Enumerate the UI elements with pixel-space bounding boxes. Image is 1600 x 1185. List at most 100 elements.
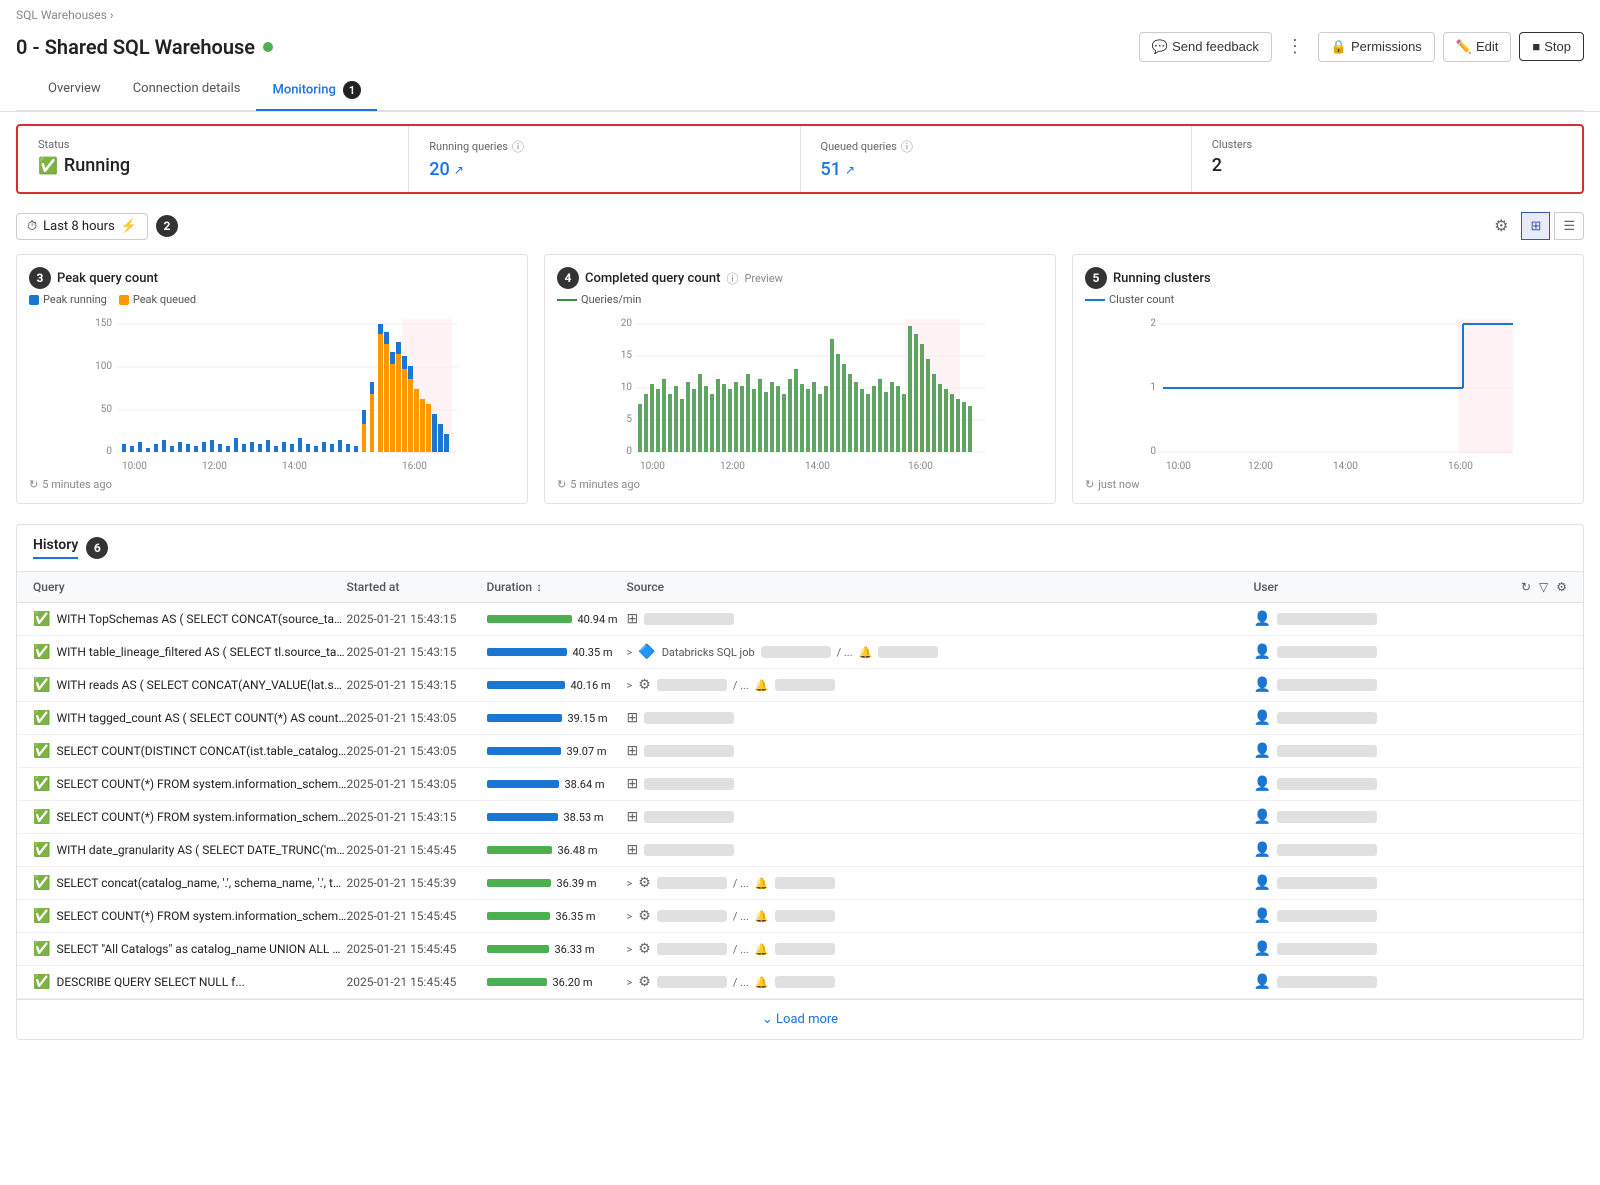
query-text: ✅ WITH reads AS ( SELECT CONCAT(ANY_VALU… <box>33 677 347 693</box>
duration-bar-fill <box>487 879 551 887</box>
table-header: Query Started at Duration ↕ Source User … <box>17 572 1583 603</box>
user-icon: 👤 <box>1254 974 1271 990</box>
queries-min-color <box>557 299 577 301</box>
table-row[interactable]: ✅ SELECT COUNT(*) FROM system.informatio… <box>17 801 1583 834</box>
table-row[interactable]: ✅ SELECT COUNT(DISTINCT CONCAT(ist.table… <box>17 735 1583 768</box>
charts-grid: 3 Peak query count Peak running Peak que… <box>16 254 1584 504</box>
completed-query-info-icon[interactable]: ⓘ <box>726 270 738 287</box>
svg-text:20: 20 <box>621 318 633 329</box>
svg-text:16:00: 16:00 <box>908 461 933 472</box>
source-cell: > 🔷 Databricks SQL job / ...🔔 <box>627 644 1254 660</box>
query-text: ✅ DESCRIBE QUERY SELECT NULL f... <box>33 974 347 990</box>
user-cell: 👤 <box>1254 842 1568 858</box>
refresh-table-icon[interactable]: ↻ <box>1521 580 1531 594</box>
edit-button[interactable]: ✏️ Edit <box>1443 32 1512 62</box>
user-icon: 👤 <box>1254 677 1271 693</box>
svg-text:10: 10 <box>621 382 633 393</box>
success-icon: ✅ <box>33 644 50 660</box>
tab-monitoring[interactable]: Monitoring 1 <box>256 71 377 111</box>
page-title: 0 - Shared SQL Warehouse <box>16 35 273 59</box>
tab-connection[interactable]: Connection details <box>117 71 257 111</box>
load-more-button[interactable]: ⌄ Load more <box>17 999 1583 1039</box>
duration-value: 38.53 m <box>564 811 604 824</box>
table-row[interactable]: ✅ SELECT COUNT(*) FROM system.informatio… <box>17 900 1583 933</box>
chart-view-list-button[interactable]: ☰ <box>1554 212 1584 240</box>
more-options-button[interactable]: ⋮ <box>1280 30 1310 63</box>
running-queries-info-icon[interactable]: ⓘ <box>512 138 524 155</box>
duration-bar-fill <box>487 813 558 821</box>
status-label: Status <box>38 138 388 151</box>
user-cell: 👤 <box>1254 677 1568 693</box>
send-feedback-button[interactable]: 💬 Send feedback <box>1139 32 1272 62</box>
table-row[interactable]: ✅ WITH table_lineage_filtered AS ( SELEC… <box>17 636 1583 669</box>
time-selector[interactable]: ⏱ Last 8 hours ⚡ <box>16 213 148 240</box>
source-cell: ⊞ <box>627 776 1254 792</box>
chart-view-grid-button[interactable]: ⊞ <box>1521 212 1550 240</box>
table-row[interactable]: ✅ SELECT COUNT(*) FROM system.informatio… <box>17 768 1583 801</box>
duration-bar-fill <box>487 681 565 689</box>
user-cell: 👤 <box>1254 809 1568 825</box>
user-cell: 👤 <box>1254 743 1568 759</box>
filter-icon[interactable]: ▽ <box>1539 580 1548 594</box>
user-cell: 👤 <box>1254 644 1568 660</box>
duration-bar: 36.33 m <box>487 943 627 956</box>
table-settings-icon[interactable]: ⚙ <box>1556 580 1567 594</box>
queries-min-legend: Queries/min <box>557 293 641 306</box>
queued-queries-info-icon[interactable]: ⓘ <box>901 138 913 155</box>
cluster-count-color <box>1085 299 1105 301</box>
source-type-icon: ⊞ <box>627 842 639 858</box>
running-queries-value[interactable]: 20 ↗ <box>429 159 779 180</box>
table-row[interactable]: ✅ WITH date_granularity AS ( SELECT DATE… <box>17 834 1583 867</box>
username <box>1277 745 1377 757</box>
source-cell: > ⚙ / ...🔔 <box>627 941 1254 957</box>
duration-column-header[interactable]: Duration ↕ <box>487 580 627 594</box>
history-section: History 6 Query Started at Duration ↕ So… <box>16 524 1584 1040</box>
success-icon: ✅ <box>33 974 50 990</box>
svg-text:150: 150 <box>95 318 112 329</box>
duration-bar: 40.16 m <box>487 679 627 692</box>
chart-settings-button[interactable]: ⚙ <box>1485 210 1517 242</box>
tab-overview[interactable]: Overview <box>32 71 117 111</box>
breadcrumb[interactable]: SQL Warehouses › <box>16 8 1584 22</box>
svg-text:0: 0 <box>626 446 632 457</box>
query-text: ✅ SELECT COUNT(*) FROM system.informatio… <box>33 908 347 924</box>
table-row[interactable]: ✅ DESCRIBE QUERY SELECT NULL f... 2025-0… <box>17 966 1583 999</box>
source-type-icon: ⚙ <box>638 677 651 693</box>
username <box>1277 679 1377 691</box>
user-column-header: User ↻ ▽ ⚙ <box>1254 580 1568 594</box>
history-badge: 6 <box>86 537 108 559</box>
history-header: History 6 <box>17 525 1583 572</box>
started-at: 2025-01-21 15:45:45 <box>347 909 487 923</box>
queued-external-link-icon: ↗ <box>845 163 855 177</box>
duration-bar: 39.07 m <box>487 745 627 758</box>
stop-icon: ■ <box>1532 39 1540 54</box>
svg-text:16:00: 16:00 <box>1448 461 1473 472</box>
table-row[interactable]: ✅ WITH reads AS ( SELECT CONCAT(ANY_VALU… <box>17 669 1583 702</box>
permissions-button[interactable]: 🔒 Permissions <box>1318 32 1435 62</box>
table-row[interactable]: ✅ SELECT "All Catalogs" as catalog_name … <box>17 933 1583 966</box>
duration-bar: 40.94 m <box>487 613 627 626</box>
duration-bar-fill <box>487 648 567 656</box>
username <box>1277 976 1377 988</box>
user-icon: 👤 <box>1254 908 1271 924</box>
duration-value: 36.39 m <box>557 877 597 890</box>
duration-value: 39.07 m <box>567 745 607 758</box>
table-row[interactable]: ✅ SELECT concat(catalog_name, '.', schem… <box>17 867 1583 900</box>
source-cell: > ⚙ / ...🔔 <box>627 677 1254 693</box>
clusters-label: Clusters <box>1212 138 1562 151</box>
breadcrumb-parent[interactable]: SQL Warehouses <box>16 8 107 22</box>
table-row[interactable]: ✅ WITH tagged_count AS ( SELECT COUNT(*)… <box>17 702 1583 735</box>
feedback-icon: 💬 <box>1152 39 1168 55</box>
edit-icon: ✏️ <box>1456 39 1472 55</box>
status-dot <box>263 42 273 52</box>
svg-text:14:00: 14:00 <box>282 461 307 472</box>
svg-text:100: 100 <box>95 361 112 372</box>
queued-queries-value[interactable]: 51 ↗ <box>821 159 1171 180</box>
svg-text:12:00: 12:00 <box>720 461 745 472</box>
duration-bar-fill <box>487 945 549 953</box>
stop-button[interactable]: ■ Stop <box>1519 32 1584 61</box>
table-row[interactable]: ✅ WITH TopSchemas AS ( SELECT CONCAT(sou… <box>17 603 1583 636</box>
svg-text:16:00: 16:00 <box>402 461 427 472</box>
started-at-column-header: Started at <box>347 580 487 594</box>
user-icon: 👤 <box>1254 743 1271 759</box>
